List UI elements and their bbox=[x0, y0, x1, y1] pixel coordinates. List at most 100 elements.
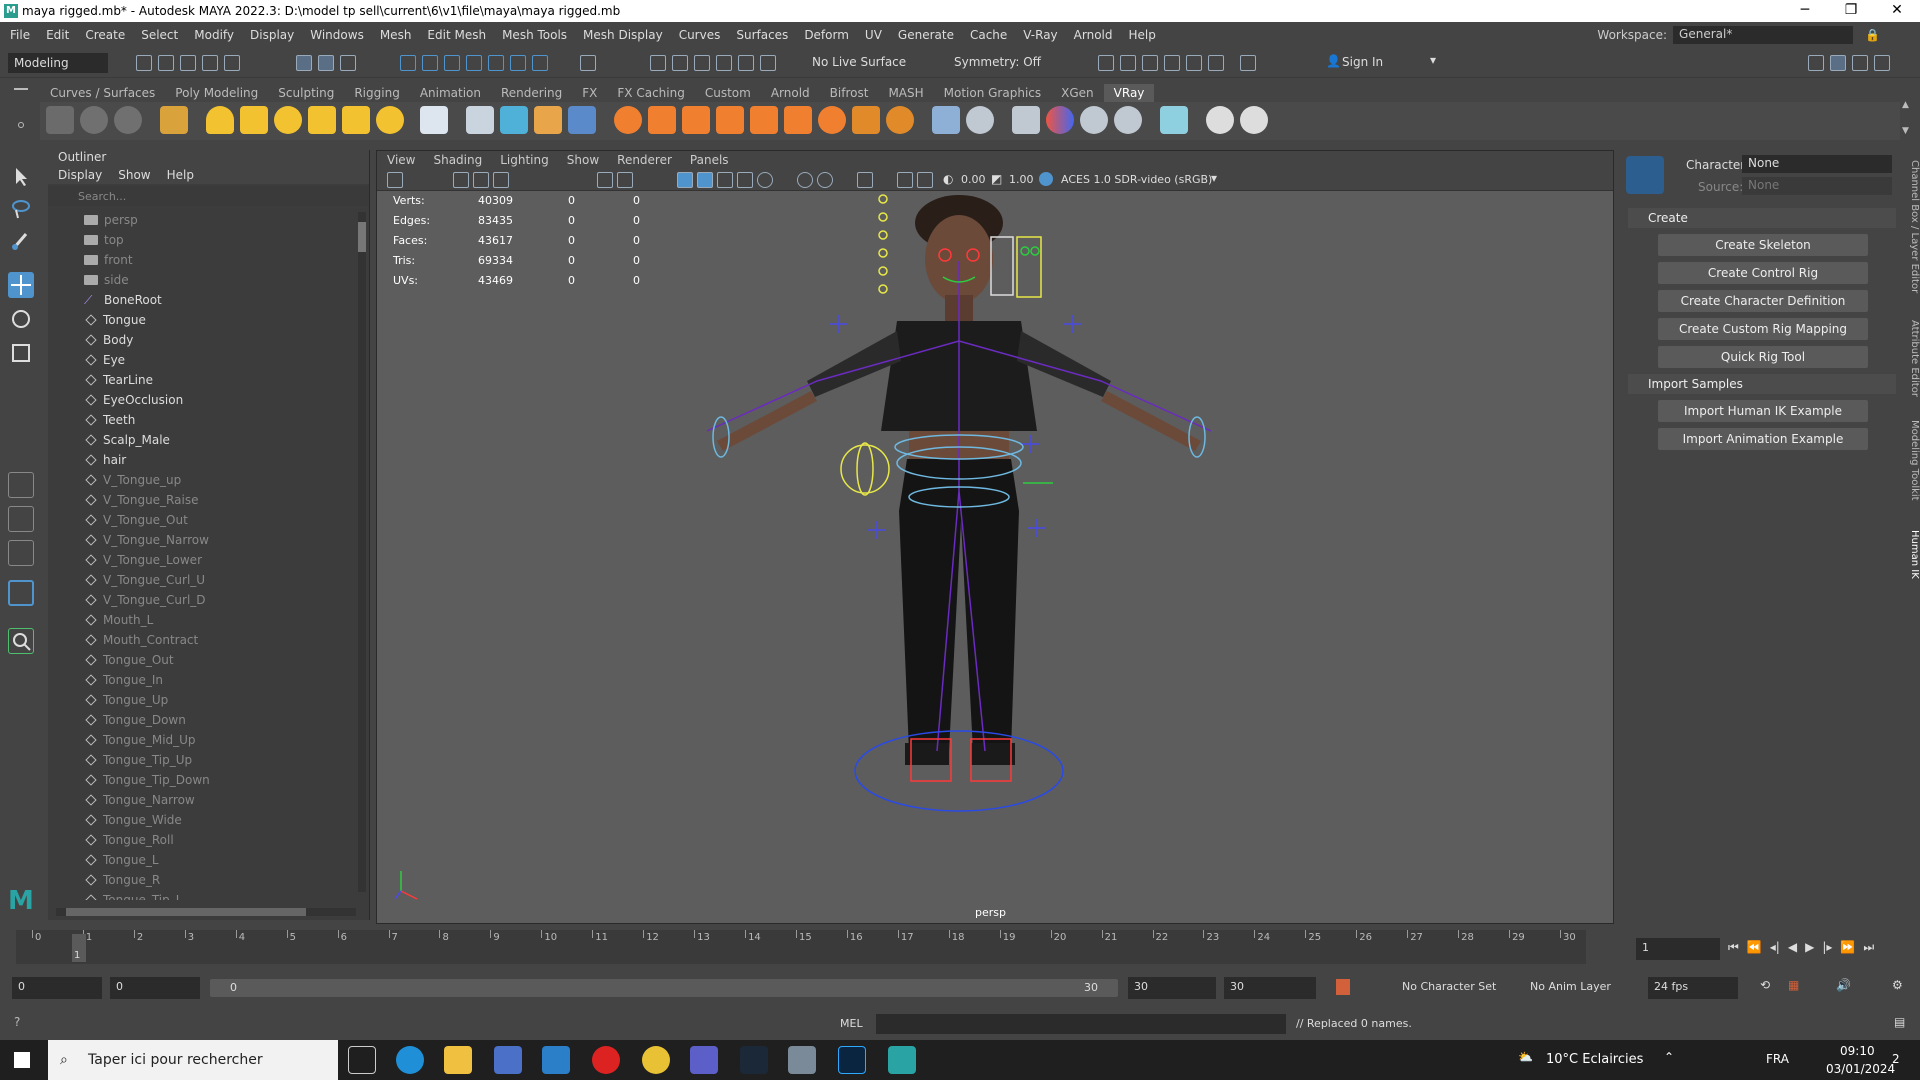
maximize-icon[interactable]: ❐ bbox=[1828, 0, 1874, 22]
vray-mesh-light-icon[interactable] bbox=[308, 106, 336, 134]
smooth-shade-icon[interactable] bbox=[697, 172, 713, 188]
app-icon[interactable] bbox=[788, 1046, 816, 1074]
steam-icon[interactable] bbox=[740, 1046, 768, 1074]
side-tab-attribute-editor[interactable]: Attribute Editor bbox=[1904, 320, 1920, 410]
outliner-item[interactable]: Tongue_L bbox=[48, 850, 358, 870]
anim-layer-dropdown[interactable]: No Anim Layer bbox=[1530, 980, 1611, 993]
ipr-render-icon[interactable] bbox=[1120, 55, 1136, 71]
vray-vision-icon[interactable] bbox=[1114, 106, 1142, 134]
use-lights-icon[interactable] bbox=[737, 172, 753, 188]
shelf-tab-vray[interactable]: VRay bbox=[1103, 84, 1155, 102]
snap-view-plane-icon[interactable] bbox=[488, 55, 504, 71]
menu-mesh-display[interactable]: Mesh Display bbox=[583, 28, 663, 42]
weather-text[interactable]: 10°C Eclaircies bbox=[1546, 1052, 1643, 1067]
outliner-item[interactable]: Tongue_Up bbox=[48, 690, 358, 710]
color-management-icon[interactable] bbox=[1039, 172, 1053, 186]
vray-denoiser-icon[interactable] bbox=[1012, 106, 1040, 134]
gamma-icon[interactable]: ◩ bbox=[991, 172, 1002, 186]
render-current-icon[interactable] bbox=[1098, 55, 1114, 71]
menu-edit-mesh[interactable]: Edit Mesh bbox=[427, 28, 486, 42]
vray-toon-mtl-icon[interactable] bbox=[750, 106, 778, 134]
shelf-tab-sculpting[interactable]: Sculpting bbox=[268, 84, 344, 102]
viewport-persp[interactable]: View Shading Lighting Show Renderer Pane… bbox=[376, 150, 1614, 924]
create-control-rig-button[interactable]: Create Control Rig bbox=[1658, 262, 1868, 284]
shelf-tab-arnold[interactable]: Arnold bbox=[761, 84, 820, 102]
make-live-icon[interactable] bbox=[510, 55, 526, 71]
mail-icon[interactable] bbox=[542, 1046, 570, 1074]
outliner-layout-icon[interactable] bbox=[8, 580, 34, 606]
cache-playback-icon[interactable]: ▦ bbox=[1788, 978, 1799, 992]
current-time-indicator[interactable]: 1 bbox=[72, 934, 86, 962]
vray-cosmos-icon[interactable] bbox=[1206, 106, 1234, 134]
minimize-icon[interactable]: ─ bbox=[1782, 0, 1828, 22]
outliner-item[interactable]: Tongue_Tip_L bbox=[48, 890, 358, 900]
notification-count[interactable]: 2 bbox=[1892, 1052, 1900, 1066]
outliner-item[interactable]: V_Tongue_Raise bbox=[48, 490, 358, 510]
vray-dome-light-icon[interactable] bbox=[206, 106, 234, 134]
shelf-scroll-up-icon[interactable]: ▲ bbox=[1902, 100, 1909, 110]
menu-curves[interactable]: Curves bbox=[679, 28, 721, 42]
outliner-item[interactable]: side bbox=[48, 270, 358, 290]
vray-car-paint-icon[interactable] bbox=[682, 106, 710, 134]
select-camera-icon[interactable] bbox=[387, 172, 403, 188]
gamma-field[interactable]: 1.00 bbox=[1009, 173, 1034, 186]
isolate-select-icon[interactable] bbox=[857, 172, 873, 188]
side-tab-channel-box[interactable]: Channel Box / Layer Editor bbox=[1904, 160, 1920, 310]
film-gate-icon[interactable] bbox=[617, 172, 633, 188]
shelf-tab-poly-modeling[interactable]: Poly Modeling bbox=[165, 84, 268, 102]
save-scene-icon[interactable] bbox=[180, 55, 196, 71]
play-backward-icon[interactable]: ◀ bbox=[1788, 940, 1797, 955]
select-component-icon[interactable] bbox=[340, 55, 356, 71]
playback-start-field[interactable]: 0 bbox=[110, 977, 200, 999]
tray-chevron-icon[interactable]: ⌃ bbox=[1664, 1050, 1674, 1064]
outliner-item[interactable]: V_Tongue_Out bbox=[48, 510, 358, 530]
pause-viewport-icon[interactable] bbox=[1240, 55, 1256, 71]
outliner-item[interactable]: Tongue bbox=[48, 310, 358, 330]
windows-start-icon[interactable] bbox=[14, 1052, 30, 1068]
outliner-item[interactable]: Mouth_L bbox=[48, 610, 358, 630]
vray-render-icon[interactable] bbox=[46, 106, 74, 134]
vray-frame-buffer-icon[interactable] bbox=[80, 106, 108, 134]
opera-icon[interactable] bbox=[592, 1046, 620, 1074]
undo-icon[interactable] bbox=[202, 55, 218, 71]
shelf-tab-rendering[interactable]: Rendering bbox=[491, 84, 572, 102]
import-humanik-example-button[interactable]: Import Human IK Example bbox=[1658, 400, 1868, 422]
snap-together-icon[interactable] bbox=[716, 55, 732, 71]
vp-menu-panels[interactable]: Panels bbox=[690, 151, 729, 169]
outliner-item[interactable]: EyeOcclusion bbox=[48, 390, 358, 410]
shelf-tab-custom[interactable]: Custom bbox=[695, 84, 761, 102]
scene-start-field[interactable]: 0 bbox=[12, 977, 102, 999]
create-character-definition-button[interactable]: Create Character Definition bbox=[1658, 290, 1868, 312]
outliner-scrollbar[interactable] bbox=[358, 212, 366, 892]
vray-light-lister-icon[interactable] bbox=[932, 106, 960, 134]
outliner-item[interactable]: hair bbox=[48, 450, 358, 470]
show-channel-box-icon[interactable] bbox=[1830, 55, 1846, 71]
side-tab-human-ik[interactable]: Human IK bbox=[1904, 530, 1920, 590]
vray-color-icon[interactable] bbox=[1046, 106, 1074, 134]
two-panes-layout-icon[interactable] bbox=[8, 540, 34, 566]
step-forward-key-icon[interactable]: ⏩ bbox=[1840, 940, 1855, 955]
outliner-item[interactable]: Tongue_Narrow bbox=[48, 790, 358, 810]
construction-history-icon[interactable] bbox=[650, 55, 666, 71]
menu-mesh[interactable]: Mesh bbox=[380, 28, 412, 42]
task-view-icon[interactable] bbox=[348, 1046, 376, 1074]
snap-projected-icon[interactable] bbox=[466, 55, 482, 71]
outliner-item[interactable]: V_Tongue_up bbox=[48, 470, 358, 490]
render-settings-icon[interactable] bbox=[1142, 55, 1158, 71]
input-ops-icon[interactable] bbox=[672, 55, 688, 71]
select-tool-icon[interactable] bbox=[8, 164, 34, 190]
create-custom-rig-mapping-button[interactable]: Create Custom Rig Mapping bbox=[1658, 318, 1868, 340]
menu-windows[interactable]: Windows bbox=[310, 28, 364, 42]
character-dropdown[interactable]: None bbox=[1742, 155, 1892, 173]
snap-point-icon[interactable] bbox=[444, 55, 460, 71]
shelf-menu-icon[interactable] bbox=[14, 88, 28, 90]
outliner-item[interactable]: Tongue_Tip_Down bbox=[48, 770, 358, 790]
script-language-label[interactable]: MEL bbox=[840, 1017, 863, 1030]
vray-displacement-icon[interactable] bbox=[784, 106, 812, 134]
menu-display[interactable]: Display bbox=[250, 28, 294, 42]
curve-tool-icon[interactable] bbox=[738, 55, 754, 71]
outliner-item[interactable]: Tongue_Tip_Up bbox=[48, 750, 358, 770]
outliner-h-scrollbar[interactable] bbox=[56, 908, 356, 916]
vray-fur-icon[interactable] bbox=[500, 106, 528, 134]
shelf-tab-fx[interactable]: FX bbox=[572, 84, 607, 102]
